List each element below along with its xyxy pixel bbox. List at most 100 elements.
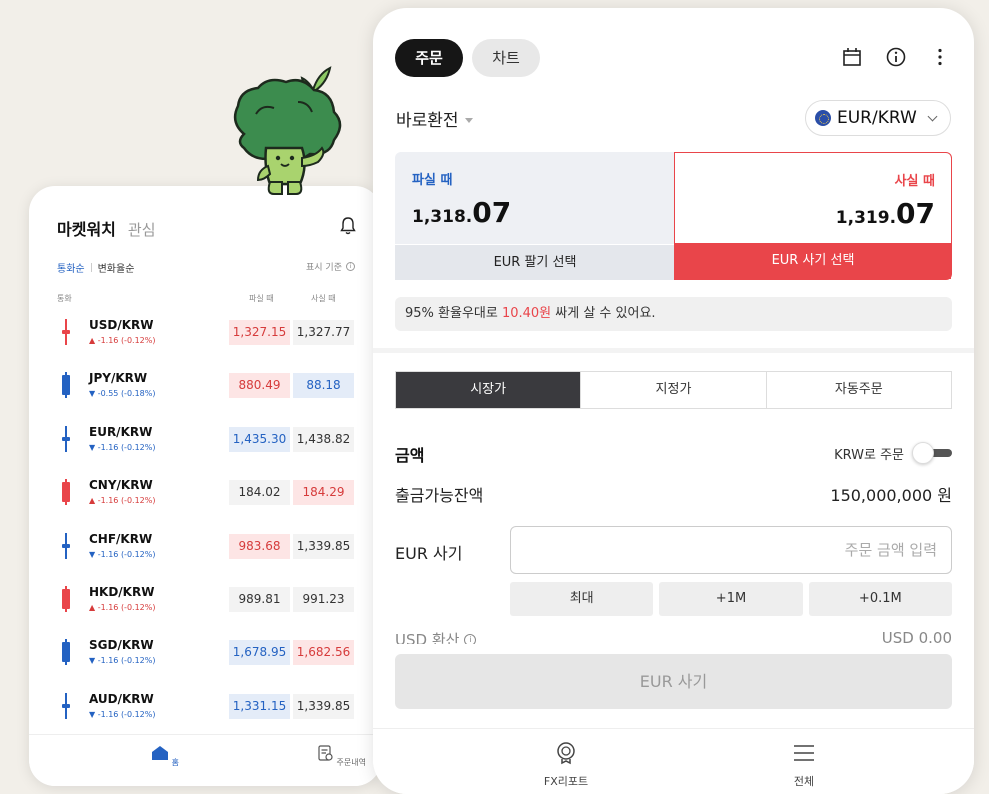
- buy-select-button[interactable]: EUR 사기 선택: [675, 243, 951, 279]
- sort-divider: [90, 263, 92, 272]
- bell-icon[interactable]: [339, 216, 357, 236]
- more-vertical-icon[interactable]: [929, 46, 951, 68]
- currency-pair: SGD/KRW: [89, 638, 154, 653]
- order-type-tabs: 시장가 지정가 자동주문: [395, 371, 952, 409]
- buy-price: 1,319.07: [836, 197, 935, 230]
- sell-quote-card[interactable]: 파실 때 1,318.07 EUR 팔기 선택: [395, 152, 675, 280]
- scroll-fade: [373, 644, 974, 654]
- max-button[interactable]: 최대: [510, 582, 654, 616]
- nav-fx-report[interactable]: FX리포트: [526, 741, 606, 789]
- nav-all-menu[interactable]: 전체: [764, 741, 844, 789]
- available-balance-value: 150,000,000 원: [830, 486, 952, 505]
- hamburger-menu-icon: [794, 745, 814, 761]
- sell-price: 1,318.07: [412, 196, 511, 229]
- currency-change: ▲ -1.16 (-0.12%): [89, 602, 156, 612]
- nav-orders-label: 주문내역: [336, 758, 366, 767]
- currency-pair: HKD/KRW: [89, 584, 155, 599]
- currency-change: ▲ -1.16 (-0.12%): [89, 336, 156, 345]
- display-basis[interactable]: 표시 기준 i: [306, 260, 355, 273]
- col-currency: 통화: [57, 294, 72, 303]
- tab-auto-order[interactable]: 자동주문: [765, 372, 951, 408]
- calendar-icon[interactable]: [841, 46, 863, 68]
- buy-rate: 991.23: [293, 586, 354, 612]
- market-watch-screen: 마켓워치 관심 통화순 변화율순 표시 기준 i 통화 파실 때 사실 때 US…: [29, 186, 381, 786]
- display-basis-label: 표시 기준: [306, 263, 342, 273]
- sort-by-change[interactable]: 변화율순: [98, 260, 135, 275]
- sell-rate: 880.49: [229, 373, 290, 399]
- candlestick-icon: [62, 639, 70, 666]
- currency-pair: JPY/KRW: [89, 371, 148, 386]
- sell-rate: 184.02: [229, 480, 290, 506]
- nav-home[interactable]: 홈: [135, 745, 195, 768]
- buy-rate: 1,327.77: [293, 320, 354, 345]
- bottom-nav: 홈 주문내역: [29, 734, 381, 786]
- order-amount-input[interactable]: [510, 526, 952, 574]
- plus-1m-button[interactable]: +1M: [659, 582, 803, 616]
- sell-rate: 983.68: [229, 533, 290, 559]
- promo-banner: 95% 환율우대로 10.40원 싸게 살 수 있어요.: [395, 297, 952, 331]
- plus-0-1m-button[interactable]: +0.1M: [808, 582, 952, 616]
- sort-options: 통화순 변화율순: [57, 260, 134, 275]
- promo-highlight: 10.40원: [501, 306, 552, 321]
- tab-market-order[interactable]: 시장가: [396, 372, 581, 408]
- buy-rate: 1,682.56: [293, 640, 354, 666]
- buy-price-dec: 07: [896, 197, 935, 230]
- mascot-illustration: [233, 66, 342, 195]
- fx-report-icon: [557, 742, 575, 765]
- sell-rate: 1,327.15: [229, 320, 290, 345]
- info-icon: i: [346, 262, 355, 271]
- toggle-knob: [912, 442, 934, 464]
- buy-rate: 1,438.82: [293, 426, 354, 452]
- amount-title: 금액: [395, 446, 425, 465]
- tab-chart[interactable]: 차트: [472, 39, 540, 77]
- buy-rate: 184.29: [293, 480, 354, 506]
- eur-buy-label: EUR 사기: [395, 544, 463, 563]
- tab-limit-order[interactable]: 지정가: [580, 372, 765, 408]
- tab-order[interactable]: 주문: [395, 39, 463, 77]
- currency-row[interactable]: CHF/KRW ▼ -1.16 (-0.12%) 983.68 1,339.85: [29, 528, 381, 581]
- buy-quote-card[interactable]: 사실 때 1,319.07 EUR 사기 선택: [674, 152, 952, 280]
- eur-buy-submit-button[interactable]: EUR 사기: [395, 654, 952, 709]
- section-divider: [373, 348, 974, 353]
- currency-row[interactable]: HKD/KRW ▲ -1.16 (-0.12%) 989.81 991.23: [29, 581, 381, 634]
- quick-amount-buttons: 최대 +1M +0.1M: [510, 582, 952, 616]
- order-screen: 주문 차트 바로환전 EUR/KRW 파실 때 1,318.07 EUR 팔기 …: [373, 8, 974, 794]
- currency-selector-label: EUR/KRW: [837, 108, 917, 128]
- buy-rate: 1,339.85: [293, 533, 354, 559]
- info-icon[interactable]: [885, 46, 907, 68]
- currency-pair: CNY/KRW: [89, 478, 153, 493]
- sell-label: 파실 때: [412, 173, 453, 188]
- tab-market-watch[interactable]: 마켓워치: [57, 216, 116, 240]
- sort-by-currency[interactable]: 통화순: [57, 260, 85, 275]
- exchange-mode-label: 바로환전: [396, 111, 459, 131]
- sell-rate: 1,678.95: [229, 640, 290, 666]
- exchange-mode-dropdown[interactable]: 바로환전: [396, 106, 473, 131]
- nav-fx-report-label: FX리포트: [543, 775, 589, 788]
- col-buy: 사실 때: [311, 294, 336, 303]
- col-sell: 파실 때: [249, 294, 274, 303]
- market-tabs: 마켓워치 관심: [57, 216, 156, 240]
- promo-prefix: 95% 환율우대로: [405, 306, 502, 321]
- caret-down-icon: [464, 117, 473, 123]
- sell-rate: 1,435.30: [229, 426, 290, 452]
- nav-all-label: 전체: [793, 775, 815, 788]
- currency-row[interactable]: JPY/KRW ▼ -0.55 (-0.18%) 880.49 88.18: [29, 367, 381, 420]
- krw-order-toggle[interactable]: [912, 442, 952, 464]
- currency-row[interactable]: EUR/KRW ▼ -1.16 (-0.12%) 1,435.30 1,438.82: [29, 421, 381, 474]
- currency-change: ▲ -1.16 (-0.12%): [89, 496, 156, 506]
- buy-rate: 88.18: [293, 373, 354, 399]
- candlestick-icon: [62, 425, 70, 452]
- currency-pair: EUR/KRW: [89, 424, 153, 439]
- tab-favorites[interactable]: 관심: [128, 219, 156, 240]
- currency-row[interactable]: SGD/KRW ▼ -1.16 (-0.12%) 1,678.95 1,682.56: [29, 634, 381, 687]
- buy-rate: 1,339.85: [293, 693, 354, 719]
- currency-row[interactable]: CNY/KRW ▲ -1.16 (-0.12%) 184.02 184.29: [29, 474, 381, 527]
- order-history-icon: [318, 745, 333, 761]
- bottom-nav: FX리포트 전체: [373, 728, 974, 794]
- candlestick-icon: [62, 479, 70, 506]
- currency-row[interactable]: USD/KRW ▲ -1.16 (-0.12%) 1,327.15 1,327.77: [29, 314, 381, 367]
- currency-selector[interactable]: EUR/KRW: [805, 100, 951, 136]
- candlestick-icon: [62, 372, 70, 399]
- nav-orders[interactable]: 주문내역: [311, 745, 371, 768]
- sell-select-button[interactable]: EUR 팔기 선택: [395, 244, 675, 280]
